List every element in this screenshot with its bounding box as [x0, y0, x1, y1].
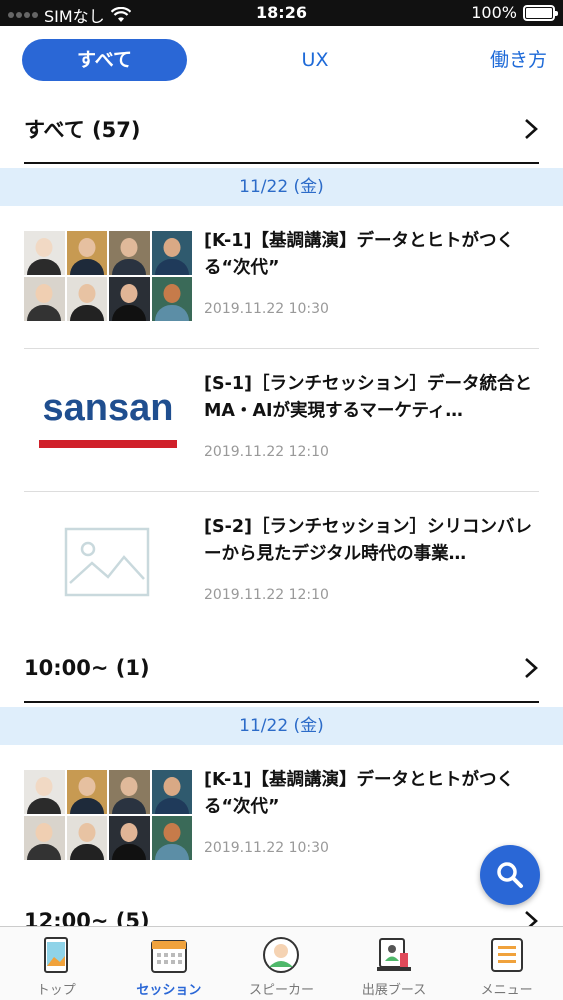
speaker-photo: [151, 231, 192, 275]
section-title: すべて (57): [24, 118, 141, 142]
session-datetime: 2019.11.22 12:10: [204, 587, 329, 603]
speaker-photo: [109, 231, 150, 275]
speaker-photos-thumbnail: [24, 231, 192, 321]
nav-booth[interactable]: 出展ブース: [338, 927, 451, 1000]
nav-label: スピーカー: [248, 983, 314, 998]
person-icon: [263, 937, 300, 973]
section-header-1200[interactable]: 12:00~ (5): [24, 888, 539, 926]
tab-work-style[interactable]: 働き方: [490, 39, 563, 81]
nav-label: トップ: [36, 983, 76, 998]
nav-label: メニュー: [480, 983, 533, 998]
chevron-right-icon: [525, 911, 538, 926]
tab-ux[interactable]: UX: [285, 39, 345, 81]
chevron-right-icon: [525, 119, 538, 139]
speaker-photo: [24, 816, 65, 860]
session-datetime: 2019.11.22 10:30: [204, 301, 329, 317]
session-title: [S-1]［ランチセッション］データ統合とMA・AIが実現するマーケティ…: [204, 374, 533, 421]
sansan-logo: sansan: [39, 387, 177, 448]
speaker-photo: [24, 231, 65, 275]
category-tabs: すべて UX 働き方: [0, 26, 563, 96]
session-item[interactable]: [K-1]【基調講演】データとヒトがつくる“次代” 2019.11.22 10:…: [24, 206, 539, 349]
calendar-icon: [150, 940, 187, 973]
nav-speaker[interactable]: スピーカー: [225, 927, 338, 1000]
tab-all[interactable]: すべて: [22, 39, 187, 81]
session-title: [S-2]［ランチセッション］シリコンバレーから見たデジタル時代の事業…: [204, 517, 533, 564]
date-header: 11/22 (金): [0, 707, 563, 745]
section-header-1000[interactable]: 10:00~ (1): [24, 635, 539, 703]
session-item[interactable]: sansan [S-1]［ランチセッション］データ統合とMA・AIが実現するマー…: [24, 349, 539, 492]
speaker-photos-thumbnail: [24, 770, 192, 860]
speaker-photo: [109, 277, 150, 321]
session-list[interactable]: すべて (57) 11/22 (金) [K-1]【基調講演】データとヒトがつくる…: [0, 96, 563, 926]
speaker-photo: [109, 770, 150, 814]
image-placeholder-icon: [64, 527, 150, 597]
section-title: 10:00~ (1): [24, 656, 150, 680]
search-button[interactable]: [480, 845, 540, 905]
chevron-right-icon: [525, 658, 538, 678]
speaker-photo: [109, 816, 150, 860]
speaker-photo: [24, 770, 65, 814]
session-item[interactable]: [K-1]【基調講演】データとヒトがつくる“次代” 2019.11.22 10:…: [24, 745, 539, 888]
bottom-nav: トップ セッション スピーカー 出展ブース メニュー: [0, 926, 563, 1000]
date-header: 11/22 (金): [0, 168, 563, 206]
nav-label: 出展ブース: [361, 983, 427, 998]
section-title: 12:00~ (5): [24, 909, 150, 926]
session-item[interactable]: [S-2]［ランチセッション］シリコンバレーから見たデジタル時代の事業… 201…: [24, 492, 539, 635]
nav-session[interactable]: セッション: [113, 927, 226, 1000]
session-title: [K-1]【基調講演】データとヒトがつくる“次代”: [204, 231, 514, 278]
speaker-photo: [66, 277, 107, 321]
speaker-photo: [66, 770, 107, 814]
nav-label: セッション: [136, 983, 202, 998]
battery-icon: [523, 4, 558, 21]
section-header-all[interactable]: すべて (57): [24, 96, 539, 164]
menu-icon: [490, 938, 523, 972]
tablet-icon: [44, 937, 69, 973]
nav-top[interactable]: トップ: [0, 927, 113, 1000]
nav-menu[interactable]: メニュー: [450, 927, 563, 1000]
session-datetime: 2019.11.22 10:30: [204, 840, 329, 856]
speaker-photo: [151, 770, 192, 814]
battery-percent: 100%: [471, 3, 517, 22]
session-datetime: 2019.11.22 12:10: [204, 444, 329, 460]
speaker-photo: [66, 816, 107, 860]
search-icon: [497, 862, 523, 888]
speaker-photo: [151, 816, 192, 860]
sansan-logo-text: sansan: [43, 387, 174, 429]
speaker-photo: [66, 231, 107, 275]
session-title: [K-1]【基調講演】データとヒトがつくる“次代”: [204, 770, 514, 817]
speaker-photo: [24, 277, 65, 321]
status-bar: SIMなし 18:26 100%: [0, 0, 563, 26]
speaker-photo: [151, 277, 192, 321]
booth-icon: [377, 938, 412, 971]
